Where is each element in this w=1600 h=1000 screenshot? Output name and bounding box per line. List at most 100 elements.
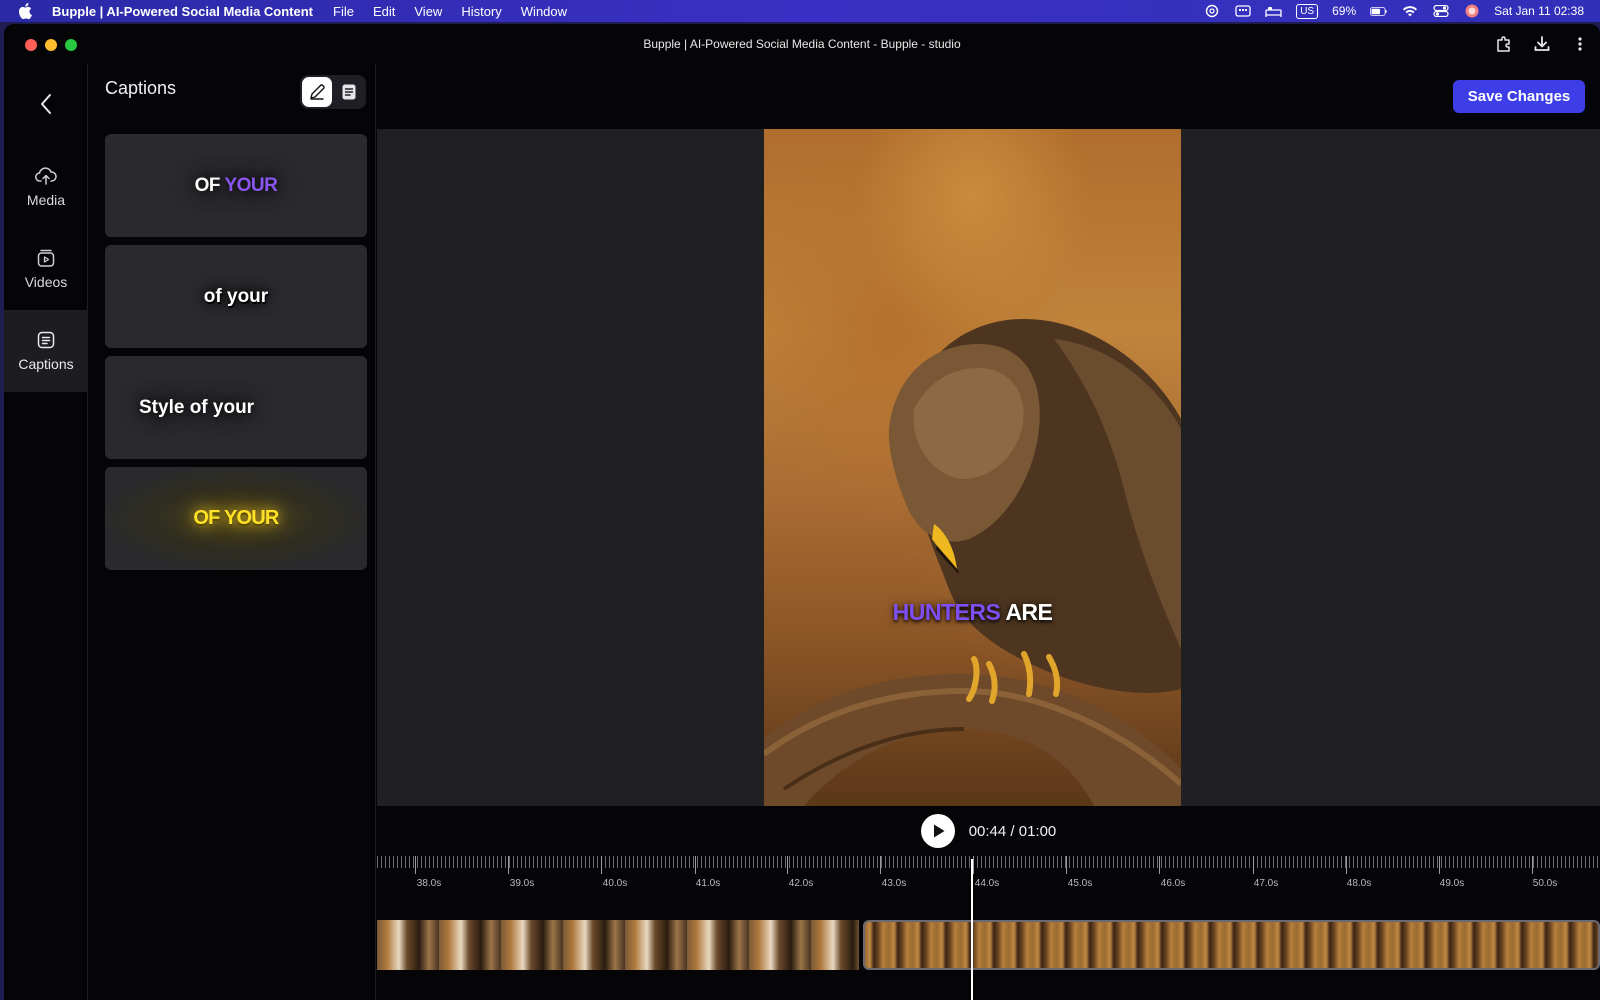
menu-history[interactable]: History [461, 4, 501, 19]
titlebar-actions [1494, 34, 1590, 54]
more-options-icon[interactable] [1570, 34, 1590, 54]
ruler-major-tick [1532, 856, 1533, 874]
menu-window[interactable]: Window [521, 4, 567, 19]
caption-style-preview: OF YOUR [193, 507, 279, 529]
play-button[interactable] [920, 814, 955, 848]
chatgpt-icon[interactable] [1203, 4, 1220, 18]
menu-file[interactable]: File [333, 4, 354, 19]
caption-word: ARE [1000, 599, 1053, 625]
ruler-ticks [377, 856, 1600, 868]
video-preview[interactable]: HUNTERS ARE [764, 129, 1181, 806]
menubar: Bupple | AI-Powered Social Media Content… [0, 0, 1600, 22]
chevron-left-icon [41, 94, 51, 114]
pencil-icon [310, 84, 325, 100]
caption-style-preview: of your [203, 285, 269, 307]
caption-style-preview: Style of your [139, 396, 255, 418]
ruler-major-tick [787, 856, 788, 874]
edit-style-button[interactable] [302, 77, 332, 107]
ruler-major-tick [415, 856, 416, 874]
caption-style-card[interactable]: Style of your [105, 356, 367, 459]
rail-item-media[interactable]: Media [4, 146, 88, 228]
input-source-badge[interactable]: US [1296, 3, 1319, 19]
cloud-upload-icon [35, 167, 57, 185]
apple-icon[interactable] [18, 3, 34, 19]
caption-style-card[interactable]: of your [105, 245, 367, 348]
eagle-image [764, 319, 1181, 806]
tick-label: 50.0s [1532, 878, 1558, 889]
rail-item-videos[interactable]: Videos [4, 228, 88, 310]
video-icon [37, 249, 55, 267]
playhead[interactable] [971, 859, 973, 1000]
video-track[interactable] [377, 920, 1600, 970]
ruler-major-tick [601, 856, 602, 874]
time-display: 00:44 / 01:00 [968, 822, 1057, 840]
back-button[interactable] [34, 92, 58, 116]
caption-word-highlight: HUNTERS [892, 599, 1001, 625]
download-icon[interactable] [1532, 34, 1552, 54]
timeline-ruler[interactable]: 38.0s 39.0s 40.0s 41.0s 42.0s 43.0s 44.0… [377, 856, 1600, 896]
ruler-major-tick [973, 856, 974, 874]
caption-mode-toggle [300, 75, 366, 109]
bed-icon[interactable] [1265, 4, 1282, 18]
tick-label: 38.0s [416, 878, 442, 889]
window-titlebar: Bupple | AI-Powered Social Media Content… [4, 24, 1600, 64]
save-changes-button[interactable]: Save Changes [1453, 80, 1585, 113]
battery-icon[interactable] [1370, 4, 1387, 18]
tick-label: 39.0s [509, 878, 535, 889]
clip-thumbnail-strip[interactable] [377, 920, 859, 970]
ruler-major-tick [1253, 856, 1254, 874]
minimize-window-button[interactable] [45, 39, 57, 51]
tick-label: 45.0s [1067, 878, 1093, 889]
close-window-button[interactable] [25, 39, 37, 51]
preview-stage: HUNTERS ARE [377, 129, 1600, 806]
editor-main: Save Changes HUNTERS ARE 00:44 / 01:00 3… [377, 64, 1600, 1000]
tick-label: 46.0s [1160, 878, 1186, 889]
control-center-icon[interactable] [1432, 4, 1449, 18]
tick-label: 49.0s [1439, 878, 1465, 889]
caption-style-card[interactable]: OF YOUR [105, 134, 367, 237]
caption-overlay[interactable]: HUNTERS ARE [764, 599, 1181, 626]
panel-title: Captions [105, 78, 177, 98]
wifi-icon[interactable] [1401, 4, 1418, 18]
captions-icon [37, 331, 55, 349]
menu-edit[interactable]: Edit [373, 4, 395, 19]
tick-label: 41.0s [695, 878, 721, 889]
window-title: Bupple | AI-Powered Social Media Content… [643, 37, 961, 51]
window-controls [25, 39, 77, 51]
tick-label: 44.0s [974, 878, 1000, 889]
ruler-major-tick [1346, 856, 1347, 874]
playback-bar: 00:44 / 01:00 [377, 806, 1600, 856]
app-menu-name[interactable]: Bupple | AI-Powered Social Media Content [52, 4, 313, 19]
zoom-window-button[interactable] [65, 39, 77, 51]
transcript-button[interactable] [334, 77, 364, 107]
play-icon [933, 824, 945, 838]
captions-panel: Captions OF YOUR of your Style of your O… [89, 64, 376, 1000]
caption-word-highlight: YOUR [224, 174, 278, 196]
clip-thumbnail-strip-selected[interactable] [863, 920, 1600, 970]
keyboard-icon[interactable] [1234, 4, 1251, 18]
caption-style-preview: OF YOUR [195, 175, 278, 197]
ruler-major-tick [880, 856, 881, 874]
rail-item-captions[interactable]: Captions [4, 310, 88, 392]
app-window: Bupple | AI-Powered Social Media Content… [4, 24, 1600, 1000]
document-icon [342, 84, 356, 100]
caption-word: OF [194, 174, 225, 196]
tick-label: 47.0s [1253, 878, 1279, 889]
caption-style-card[interactable]: OF YOUR [105, 467, 367, 570]
ruler-major-tick [1159, 856, 1160, 874]
clock[interactable]: Sat Jan 11 02:38 [1494, 4, 1584, 18]
tick-label: 40.0s [602, 878, 628, 889]
extensions-icon[interactable] [1494, 34, 1514, 54]
tick-label: 43.0s [881, 878, 907, 889]
rail-item-label: Captions [18, 356, 74, 372]
siri-icon[interactable] [1463, 4, 1480, 18]
battery-percent: 69% [1332, 4, 1357, 18]
ruler-major-tick [1066, 856, 1067, 874]
ruler-major-tick [1439, 856, 1440, 874]
tick-label: 42.0s [788, 878, 814, 889]
rail-item-label: Media [26, 192, 66, 208]
ruler-major-tick [695, 856, 696, 874]
rail-item-label: Videos [24, 274, 68, 290]
menu-view[interactable]: View [414, 4, 442, 19]
status-area: US 69% Sat Jan 11 02:38 [1203, 0, 1584, 22]
